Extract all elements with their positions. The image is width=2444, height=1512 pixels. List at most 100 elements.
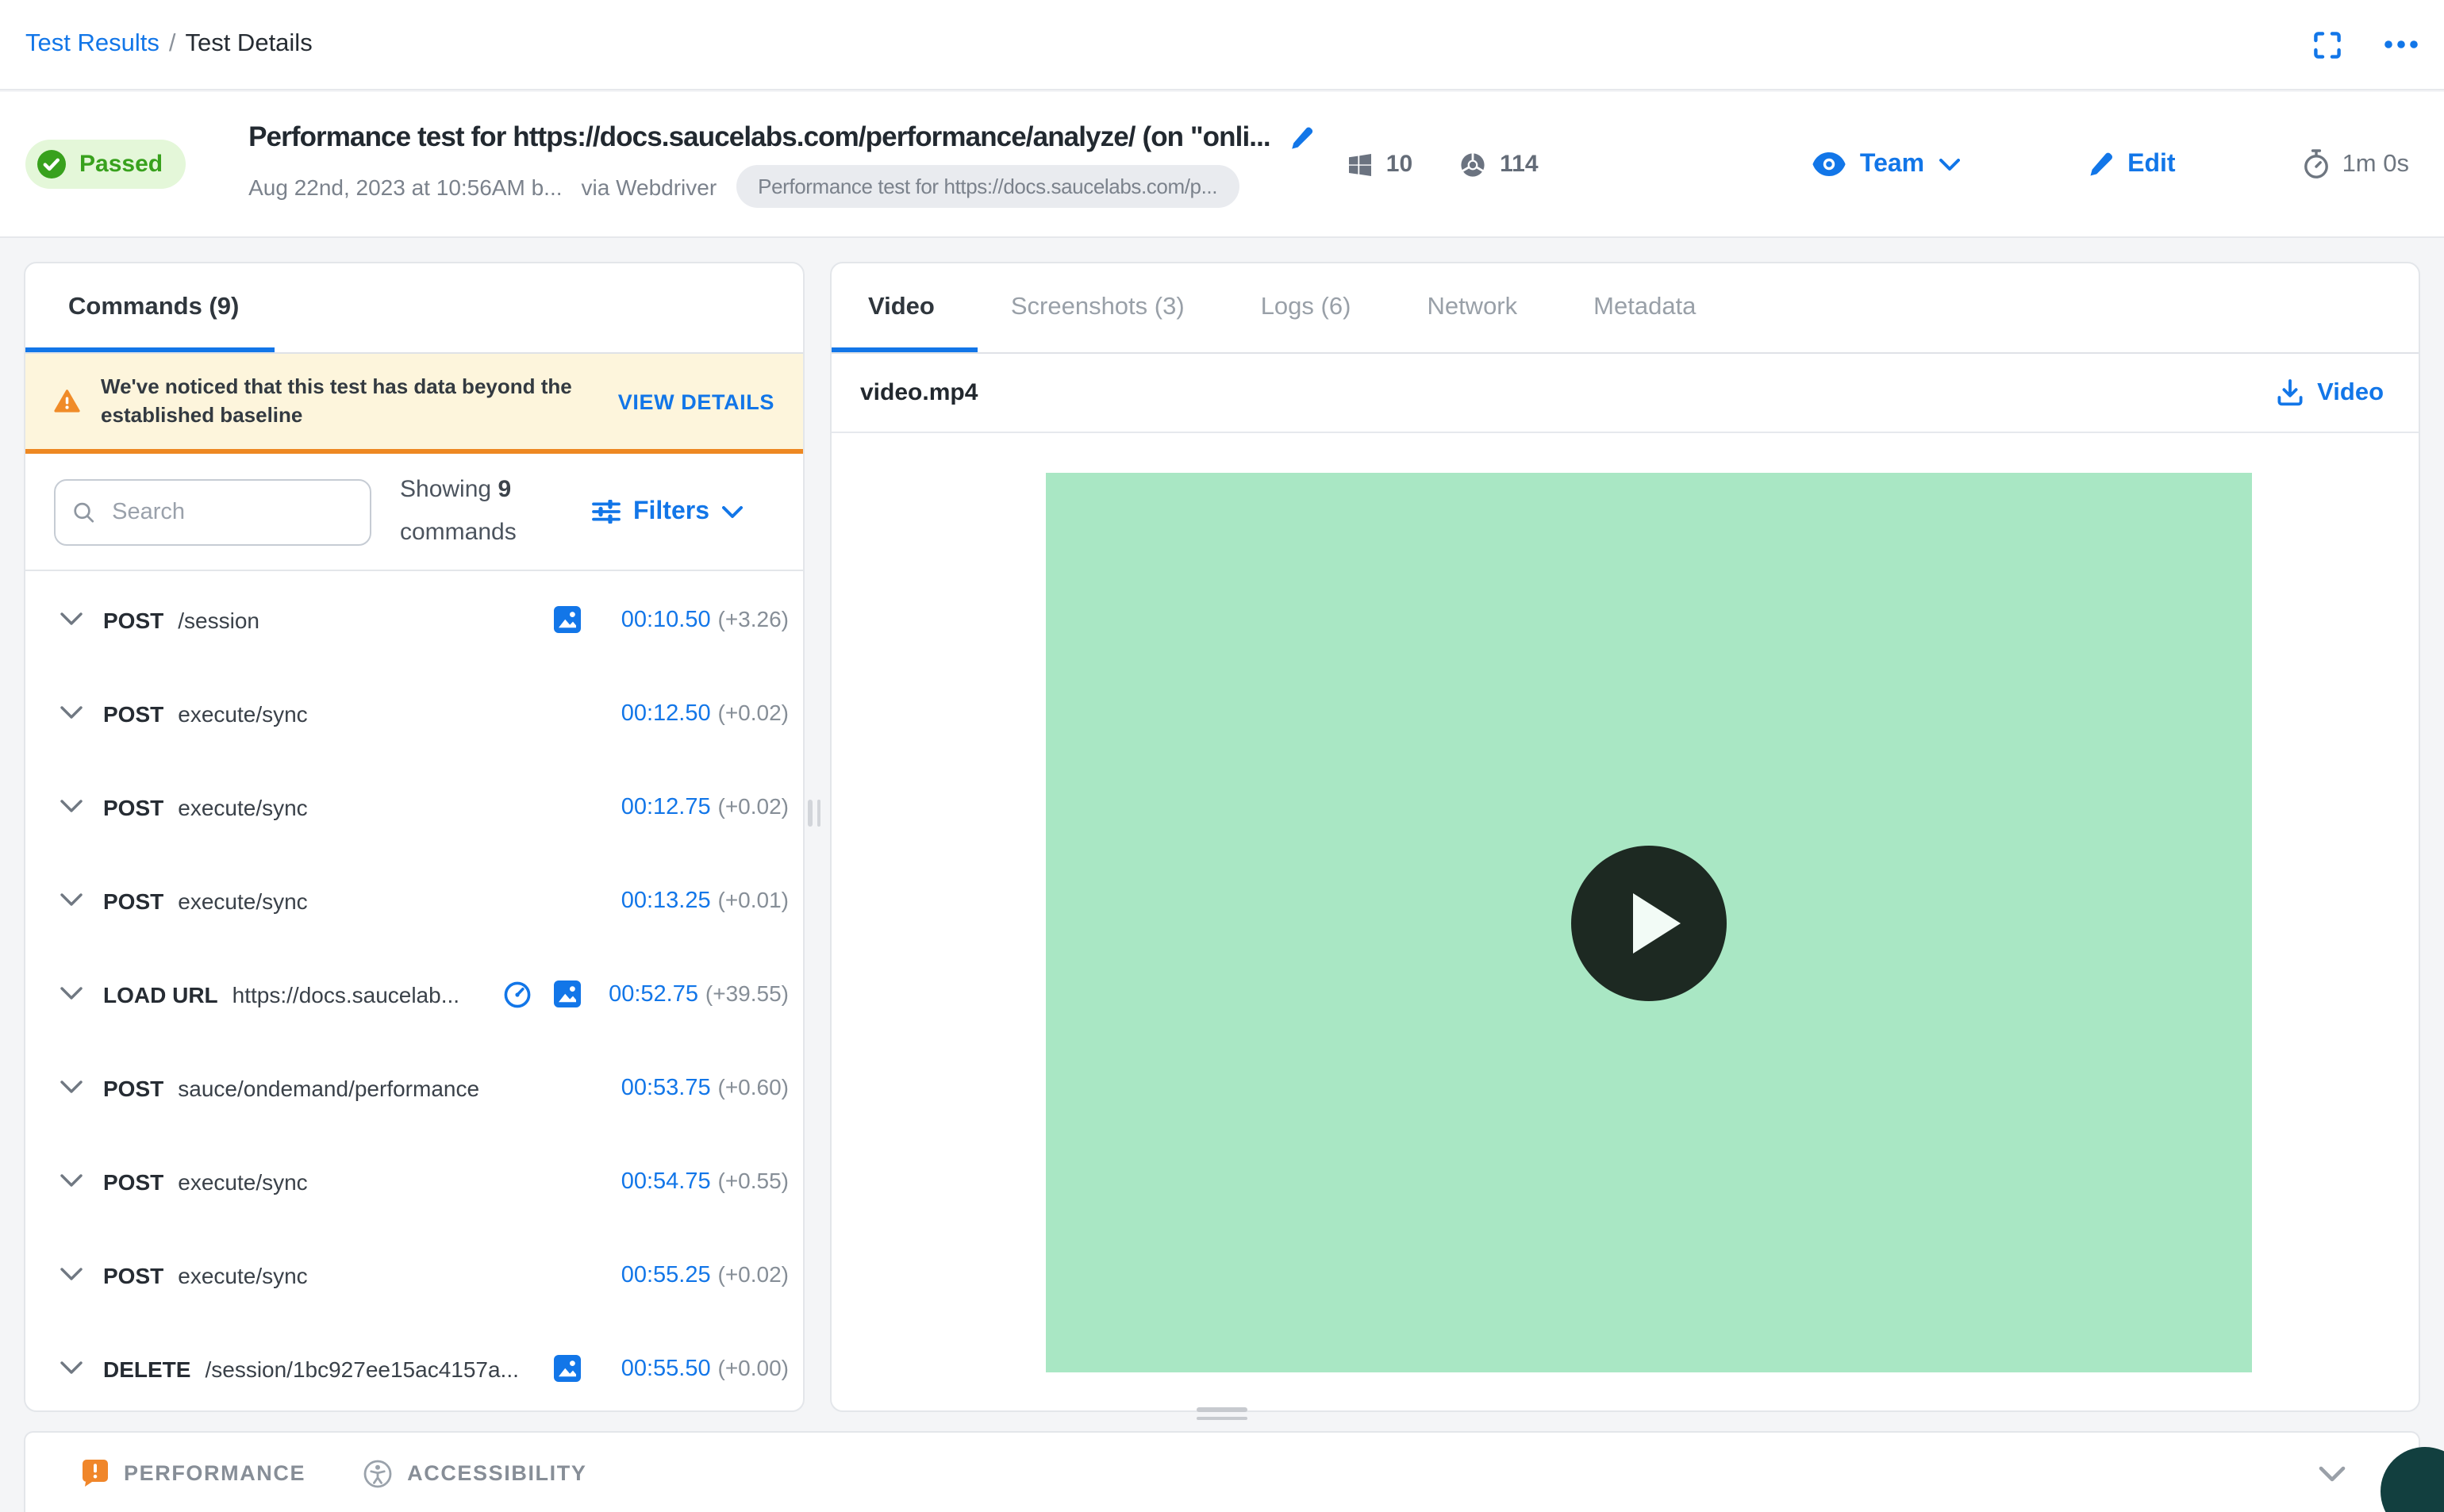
test-via: via Webdriver (581, 174, 717, 199)
command-time: 00:55.25 (621, 1262, 711, 1288)
screenshot-icon[interactable] (554, 606, 581, 633)
command-timing: 00:54.75 (+0.55) (601, 1167, 789, 1195)
tab-screenshots-3[interactable]: Screenshots (3) (1011, 294, 1185, 322)
edit-test-button[interactable]: Edit (2086, 150, 2176, 178)
command-time: 00:55.50 (621, 1356, 711, 1381)
command-method: POST (103, 1262, 164, 1288)
chevron-down-icon[interactable] (60, 1361, 83, 1376)
command-path: https://docs.saucelab... (232, 981, 460, 1007)
chevron-down-icon (722, 505, 743, 517)
command-row[interactable]: POST execute/sync 00:55.25 (+0.02) (25, 1228, 803, 1322)
video-file-name: video.mp4 (860, 379, 978, 406)
command-method: POST (103, 888, 164, 913)
chevron-down-icon[interactable] (60, 1268, 83, 1282)
tab-video[interactable]: Video (868, 294, 935, 322)
command-path: execute/sync (178, 1169, 308, 1194)
accessibility-label: ACCESSIBILITY (407, 1461, 587, 1485)
command-delta: (+0.02) (717, 1261, 790, 1286)
active-tab-underline (832, 347, 978, 352)
command-delta: (+0.02) (717, 792, 790, 818)
bottom-panel-resize-handle[interactable] (1197, 1407, 1247, 1420)
search-icon (74, 501, 94, 522)
panel-resize-handle[interactable] (808, 800, 820, 827)
view-details-link[interactable]: VIEW DETAILS (618, 390, 774, 413)
command-row[interactable]: POST execute/sync 00:13.25 (+0.01) (25, 854, 803, 947)
breadcrumb-current: Test Details (185, 30, 313, 57)
breadcrumb-test-results-link[interactable]: Test Results (25, 30, 159, 57)
fullscreen-icon[interactable] (2312, 29, 2342, 59)
command-method: POST (103, 1075, 164, 1100)
command-row[interactable]: DELETE /session/1bc927ee15ac4157a... 00:… (25, 1322, 803, 1410)
chevron-down-icon[interactable] (60, 612, 83, 627)
command-path: execute/sync (178, 888, 308, 913)
accessibility-section-toggle[interactable]: ACCESSIBILITY (363, 1459, 586, 1487)
chevron-down-icon[interactable] (60, 893, 83, 908)
media-tabs: Video Screenshots (3) Logs (6) Network Metad… (832, 263, 2419, 354)
pencil-icon (2089, 152, 2112, 176)
tab-network[interactable]: Network (1427, 294, 1517, 322)
search-input[interactable] (109, 497, 352, 526)
filters-dropdown[interactable]: Filters (592, 497, 743, 526)
download-icon (2277, 379, 2303, 406)
test-title: Performance test for https://docs.saucel… (248, 121, 1270, 152)
command-delta: (+0.00) (717, 1354, 790, 1380)
video-player[interactable] (1046, 473, 2252, 1372)
download-video-button[interactable]: Video (2277, 378, 2384, 407)
command-row[interactable]: POST execute/sync 00:12.75 (+0.02) (25, 760, 803, 854)
edit-title-pencil-icon[interactable] (1289, 125, 1315, 150)
command-path: execute/sync (178, 794, 308, 819)
tab-logs-6[interactable]: Logs (6) (1261, 294, 1351, 322)
command-method: POST (103, 700, 164, 726)
breadcrumb: Test Results / Test Details (25, 30, 313, 59)
download-video-label: Video (2317, 378, 2384, 405)
test-duration: 1m 0s (2303, 149, 2409, 179)
command-row[interactable]: POST execute/sync 00:54.75 (+0.55) (25, 1134, 803, 1228)
video-file-row: video.mp4 Video (832, 354, 2419, 433)
performance-label: PERFORMANCE (124, 1461, 306, 1485)
command-timing: 00:10.50 (+3.26) (601, 605, 789, 634)
tab-commands[interactable]: Commands (9) (68, 294, 239, 322)
screenshot-icon[interactable] (554, 1355, 581, 1382)
environment-info: 10 114 (1349, 151, 1539, 178)
test-date: Aug 22nd, 2023 at 10:56AM b... (248, 174, 563, 199)
command-time: 00:54.75 (621, 1169, 711, 1194)
chevron-down-icon[interactable] (60, 1174, 83, 1188)
command-time: 00:13.25 (621, 888, 711, 913)
chevron-down-icon[interactable] (60, 800, 83, 814)
check-circle-icon (37, 150, 66, 178)
chevron-down-icon[interactable] (60, 1080, 83, 1095)
team-visibility-dropdown[interactable]: Team (1812, 150, 1960, 178)
commands-panel: Commands (9) We've noticed that this tes… (24, 262, 805, 1412)
warning-text: We've noticed that this test has data be… (101, 374, 572, 427)
play-button[interactable] (1571, 845, 1727, 1000)
more-options-icon[interactable] (2384, 40, 2419, 49)
chevron-down-icon (1939, 158, 1960, 170)
commands-toolbar: Showing 9 commands Filters (25, 454, 803, 571)
command-delta: (+0.60) (717, 1073, 790, 1099)
performance-alert-icon (83, 1460, 108, 1487)
tab-metadata[interactable]: Metadata (1593, 294, 1696, 322)
command-timing: 00:53.75 (+0.60) (601, 1073, 789, 1102)
performance-section-toggle[interactable]: PERFORMANCE (83, 1460, 306, 1487)
edit-label: Edit (2127, 150, 2176, 177)
chevron-down-icon[interactable] (60, 987, 83, 1001)
command-row[interactable]: LOAD URL https://docs.saucelab... 00:52.… (25, 947, 803, 1041)
chevron-down-icon[interactable] (60, 706, 83, 720)
screenshot-icon[interactable] (554, 980, 581, 1007)
bottom-bar: PERFORMANCE ACCESSIBILITY (24, 1431, 2420, 1512)
team-label: Team (1859, 150, 1925, 177)
command-time: 00:10.50 (621, 607, 711, 632)
command-time: 00:12.75 (621, 794, 711, 819)
showing-count: 9 (498, 476, 512, 504)
command-delta: (+0.55) (717, 1167, 790, 1192)
expand-bottom-bar-chevron-icon[interactable] (2319, 1465, 2346, 1481)
command-row[interactable]: POST /session 00:10.50 (+3.26) (25, 573, 803, 666)
command-row[interactable]: POST execute/sync 00:12.50 (+0.02) (25, 666, 803, 760)
baseline-warning-banner: We've noticed that this test has data be… (25, 354, 803, 454)
command-delta: (+39.55) (705, 980, 789, 1005)
performance-icon[interactable] (503, 980, 532, 1008)
search-box[interactable] (54, 478, 371, 545)
status-badge-label: Passed (79, 151, 163, 178)
command-row[interactable]: POST sauce/ondemand/performance 00:53.75… (25, 1041, 803, 1134)
command-time: 00:53.75 (621, 1075, 711, 1100)
